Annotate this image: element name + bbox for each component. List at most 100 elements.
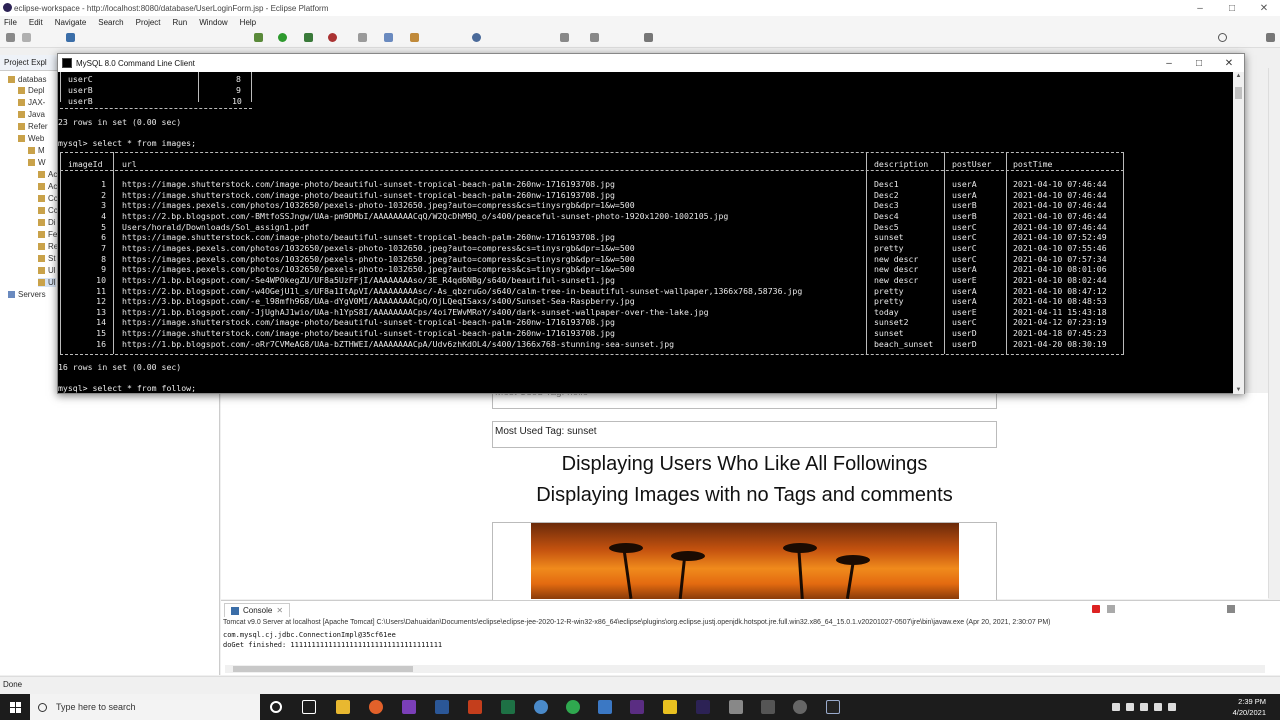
perspective-icon[interactable]: [1266, 33, 1275, 42]
menu-project[interactable]: Project: [136, 18, 161, 27]
onenote-icon[interactable]: [630, 700, 644, 714]
battery-icon[interactable]: [1140, 703, 1148, 711]
scroll-down-icon[interactable]: ▼: [1233, 387, 1244, 393]
tree-item[interactable]: W: [28, 158, 46, 167]
notes-icon[interactable]: [663, 700, 677, 714]
tree-item[interactable]: Fe: [38, 230, 57, 239]
file-explorer-icon[interactable]: [336, 700, 350, 714]
tree-item[interactable]: Java: [18, 110, 45, 119]
eclipse-icon[interactable]: [696, 700, 710, 714]
cell-description: sunset: [874, 328, 904, 339]
close-icon[interactable]: ✕: [1214, 54, 1244, 72]
search-icon[interactable]: [1218, 33, 1227, 42]
open-type-icon[interactable]: [384, 33, 393, 42]
menu-help[interactable]: Help: [240, 18, 256, 27]
external-tools-icon[interactable]: [328, 33, 337, 42]
tree-item[interactable]: Refer: [18, 122, 48, 131]
open-task-icon[interactable]: [410, 33, 419, 42]
folder-icon: [28, 159, 35, 166]
wifi-icon[interactable]: [1154, 703, 1162, 711]
menu-search[interactable]: Search: [98, 18, 123, 27]
tree-item[interactable]: Ul: [38, 266, 56, 275]
tree-item-selected[interactable]: Ul: [38, 278, 56, 287]
mysql-taskbar-icon[interactable]: [826, 700, 840, 714]
powerpoint-icon[interactable]: [468, 700, 482, 714]
cell-description: Desc5: [874, 221, 899, 232]
bug-icon[interactable]: [254, 33, 263, 42]
eclipse-title-bar: eclipse-workspace - http://localhost:808…: [0, 0, 1280, 16]
tree-item[interactable]: Cc: [38, 194, 58, 203]
menu-bar: File Edit Navigate Search Project Run Wi…: [0, 16, 1280, 28]
scroll-up-icon[interactable]: ▲: [1233, 73, 1244, 79]
task-view-icon[interactable]: [302, 700, 316, 714]
maximize-icon[interactable]: □: [1184, 54, 1214, 72]
word-icon[interactable]: [435, 700, 449, 714]
console-tab[interactable]: Console ✕: [224, 603, 291, 617]
console-hscroll[interactable]: [225, 665, 1265, 673]
close-tab-icon[interactable]: ✕: [276, 606, 283, 615]
new-icon[interactable]: [6, 33, 15, 42]
tree-item[interactable]: Re: [38, 242, 58, 251]
minimize-icon[interactable]: –: [1184, 0, 1216, 16]
tree-item[interactable]: Cc: [38, 206, 58, 215]
menu-file[interactable]: File: [4, 18, 17, 27]
run-icon[interactable]: [278, 33, 287, 42]
back-icon[interactable]: [560, 33, 569, 42]
app-icon[interactable]: [598, 700, 612, 714]
app-icon[interactable]: [761, 700, 775, 714]
taskbar-search[interactable]: Type here to search: [30, 694, 260, 720]
volume-icon[interactable]: [1168, 703, 1176, 711]
pin-icon[interactable]: [644, 33, 653, 42]
clock[interactable]: 2:39 PM 4/20/2021: [1233, 696, 1266, 718]
visual-studio-icon[interactable]: [402, 700, 416, 714]
edge-icon[interactable]: [534, 700, 548, 714]
browser-scrollbar[interactable]: [1268, 68, 1280, 598]
menu-edit[interactable]: Edit: [29, 18, 43, 27]
tree-item[interactable]: JAX-: [18, 98, 45, 107]
tree-item[interactable]: Di: [38, 218, 56, 227]
menu-run[interactable]: Run: [173, 18, 188, 27]
menu-navigate[interactable]: Navigate: [55, 18, 87, 27]
search-toolbar-icon[interactable]: [472, 33, 481, 42]
excel-icon[interactable]: [501, 700, 515, 714]
tree-item[interactable]: Ac: [38, 182, 57, 191]
scroll-thumb[interactable]: [1235, 87, 1242, 99]
tree-item[interactable]: Ac: [38, 170, 57, 179]
debug-icon[interactable]: [66, 33, 75, 42]
save-icon[interactable]: [22, 33, 31, 42]
app-icon[interactable]: [729, 700, 743, 714]
main-toolbar: [0, 28, 1280, 48]
app-icon[interactable]: [793, 700, 807, 714]
palm-tree: [622, 549, 633, 599]
clock-time: 2:39 PM: [1238, 697, 1266, 706]
tree-item[interactable]: M: [28, 146, 45, 155]
new-server-icon[interactable]: [358, 33, 367, 42]
menu-window[interactable]: Window: [199, 18, 227, 27]
tree-item[interactable]: Depl: [18, 86, 44, 95]
tree-item[interactable]: Web: [18, 134, 44, 143]
terminate-icon[interactable]: [1092, 605, 1100, 613]
close-icon[interactable]: ✕: [1248, 0, 1280, 16]
forward-icon[interactable]: [590, 33, 599, 42]
tree-item[interactable]: St: [38, 254, 56, 263]
tree-item[interactable]: databas: [8, 75, 46, 84]
terminal-scrollbar[interactable]: ▲ ▼: [1233, 72, 1244, 394]
cell-posttime: 2021-04-20 08:30:19: [1013, 338, 1107, 349]
remove-launch-icon[interactable]: [1107, 605, 1115, 613]
cell-posttime: 2021-04-10 07:46:44: [1013, 210, 1107, 221]
minimize-icon[interactable]: –: [1154, 54, 1184, 72]
tree-item-servers[interactable]: Servers: [8, 290, 46, 299]
scroll-thumb[interactable]: [233, 666, 413, 672]
network-icon[interactable]: [1126, 703, 1134, 711]
sunset-beach-image[interactable]: [531, 523, 959, 599]
view-menu-icon[interactable]: [1227, 605, 1235, 613]
cortana-icon[interactable]: [270, 701, 282, 713]
coverage-icon[interactable]: [304, 33, 313, 42]
start-button[interactable]: [0, 694, 30, 720]
firefox-icon[interactable]: [369, 700, 383, 714]
cell-description: new descr: [874, 274, 919, 285]
terminal-output[interactable]: userC 8 userB 9 userB 10 23 rows in set …: [58, 72, 1234, 394]
maximize-icon[interactable]: □: [1216, 0, 1248, 16]
green-app-icon[interactable]: [566, 700, 580, 714]
tray-arrow-icon[interactable]: [1112, 703, 1120, 711]
